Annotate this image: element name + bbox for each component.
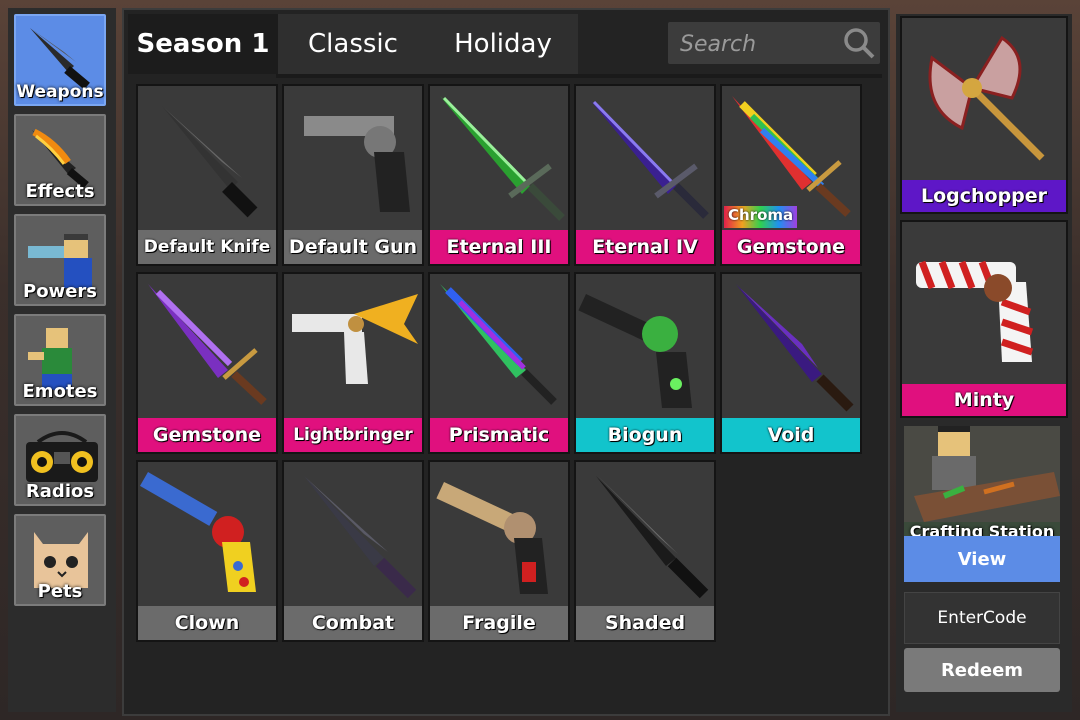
item-name: Fragile [430, 606, 568, 640]
chroma-tag: Chroma [724, 206, 798, 228]
fragile-gun-icon [436, 482, 548, 594]
category-pets[interactable]: Pets [14, 514, 106, 606]
crafting-station-preview: Crafting Station [904, 426, 1060, 554]
inventory-panel: Season 1 Classic Holiday Default KnifeDe… [122, 8, 890, 716]
tab-holiday[interactable]: Holiday [428, 14, 578, 74]
category-radios[interactable]: Radios [14, 414, 106, 506]
item-name: Combat [284, 606, 422, 640]
featured-item-logchopper[interactable]: Logchopper [900, 16, 1068, 214]
item-name: Default Knife [138, 230, 276, 264]
item-card[interactable]: Default Gun [282, 84, 424, 266]
item-card[interactable]: Shaded [574, 460, 716, 642]
knife-icon [162, 106, 258, 218]
item-name: Prismatic [430, 418, 568, 452]
purple-gem-knife-icon [148, 284, 267, 405]
void-knife-icon [736, 284, 854, 412]
tab-classic[interactable]: Classic [278, 14, 428, 74]
item-name: Gemstone [138, 418, 276, 452]
featured-item-minty[interactable]: Minty [900, 220, 1068, 418]
item-card[interactable]: Fragile [428, 460, 570, 642]
item-name: Biogun [576, 418, 714, 452]
item-name: Clown [138, 606, 276, 640]
enter-code-input[interactable]: EnterCode [904, 592, 1060, 644]
item-card[interactable]: Biogun [574, 272, 716, 454]
item-name: Void [722, 418, 860, 452]
category-effects[interactable]: Effects [14, 114, 106, 206]
tab-season-1[interactable]: Season 1 [128, 14, 278, 74]
item-card[interactable]: Chroma Gemstone [720, 84, 862, 266]
category-emotes[interactable]: Emotes [14, 314, 106, 406]
combat-knife-icon [304, 476, 417, 599]
item-card[interactable]: Prismatic [428, 272, 570, 454]
item-card[interactable]: Clown [136, 460, 278, 642]
item-card[interactable]: Eternal IV [574, 84, 716, 266]
item-card[interactable]: Gemstone [136, 272, 278, 454]
search-box [668, 22, 880, 64]
green-sword-icon [440, 96, 565, 221]
item-name: Eternal IV [576, 230, 714, 264]
category-sidebar: Weapons Effects Powers Emotes Radios Pet… [8, 8, 116, 712]
category-weapons[interactable]: Weapons [14, 14, 106, 106]
tab-divider [276, 74, 882, 78]
candy-cane-gun-icon [916, 260, 1034, 362]
featured-item-name: Minty [902, 384, 1066, 416]
item-card[interactable]: Combat [282, 460, 424, 642]
prismatic-blade-icon [440, 284, 557, 405]
item-card[interactable]: Default Knife [136, 84, 278, 266]
clown-gun-icon [139, 472, 256, 592]
purple-sword-icon [590, 100, 709, 219]
redeem-button[interactable]: Redeem [904, 648, 1060, 692]
shaded-knife-icon [596, 476, 709, 599]
bio-revolver-icon [578, 293, 692, 408]
item-card[interactable]: Eternal III [428, 84, 570, 266]
winged-gun-icon [292, 294, 418, 384]
search-icon[interactable] [842, 26, 876, 60]
item-name: Lightbringer [284, 418, 422, 452]
item-name: Gemstone [722, 230, 860, 264]
item-name: Default Gun [284, 230, 422, 264]
candy-axe-icon [928, 35, 1045, 161]
revolver-icon [304, 116, 410, 212]
crafting-station-icon [904, 426, 1060, 522]
search-input[interactable] [678, 28, 842, 60]
featured-panel: Logchopper Minty Crafting Station View E… [896, 14, 1072, 712]
item-card[interactable]: Lightbringer [282, 272, 424, 454]
featured-item-name: Logchopper [902, 180, 1066, 212]
item-name: Shaded [576, 606, 714, 640]
item-name: Eternal III [430, 230, 568, 264]
item-card[interactable]: Void [720, 272, 862, 454]
category-powers[interactable]: Powers [14, 214, 106, 306]
crafting-view-button[interactable]: View [904, 536, 1060, 582]
